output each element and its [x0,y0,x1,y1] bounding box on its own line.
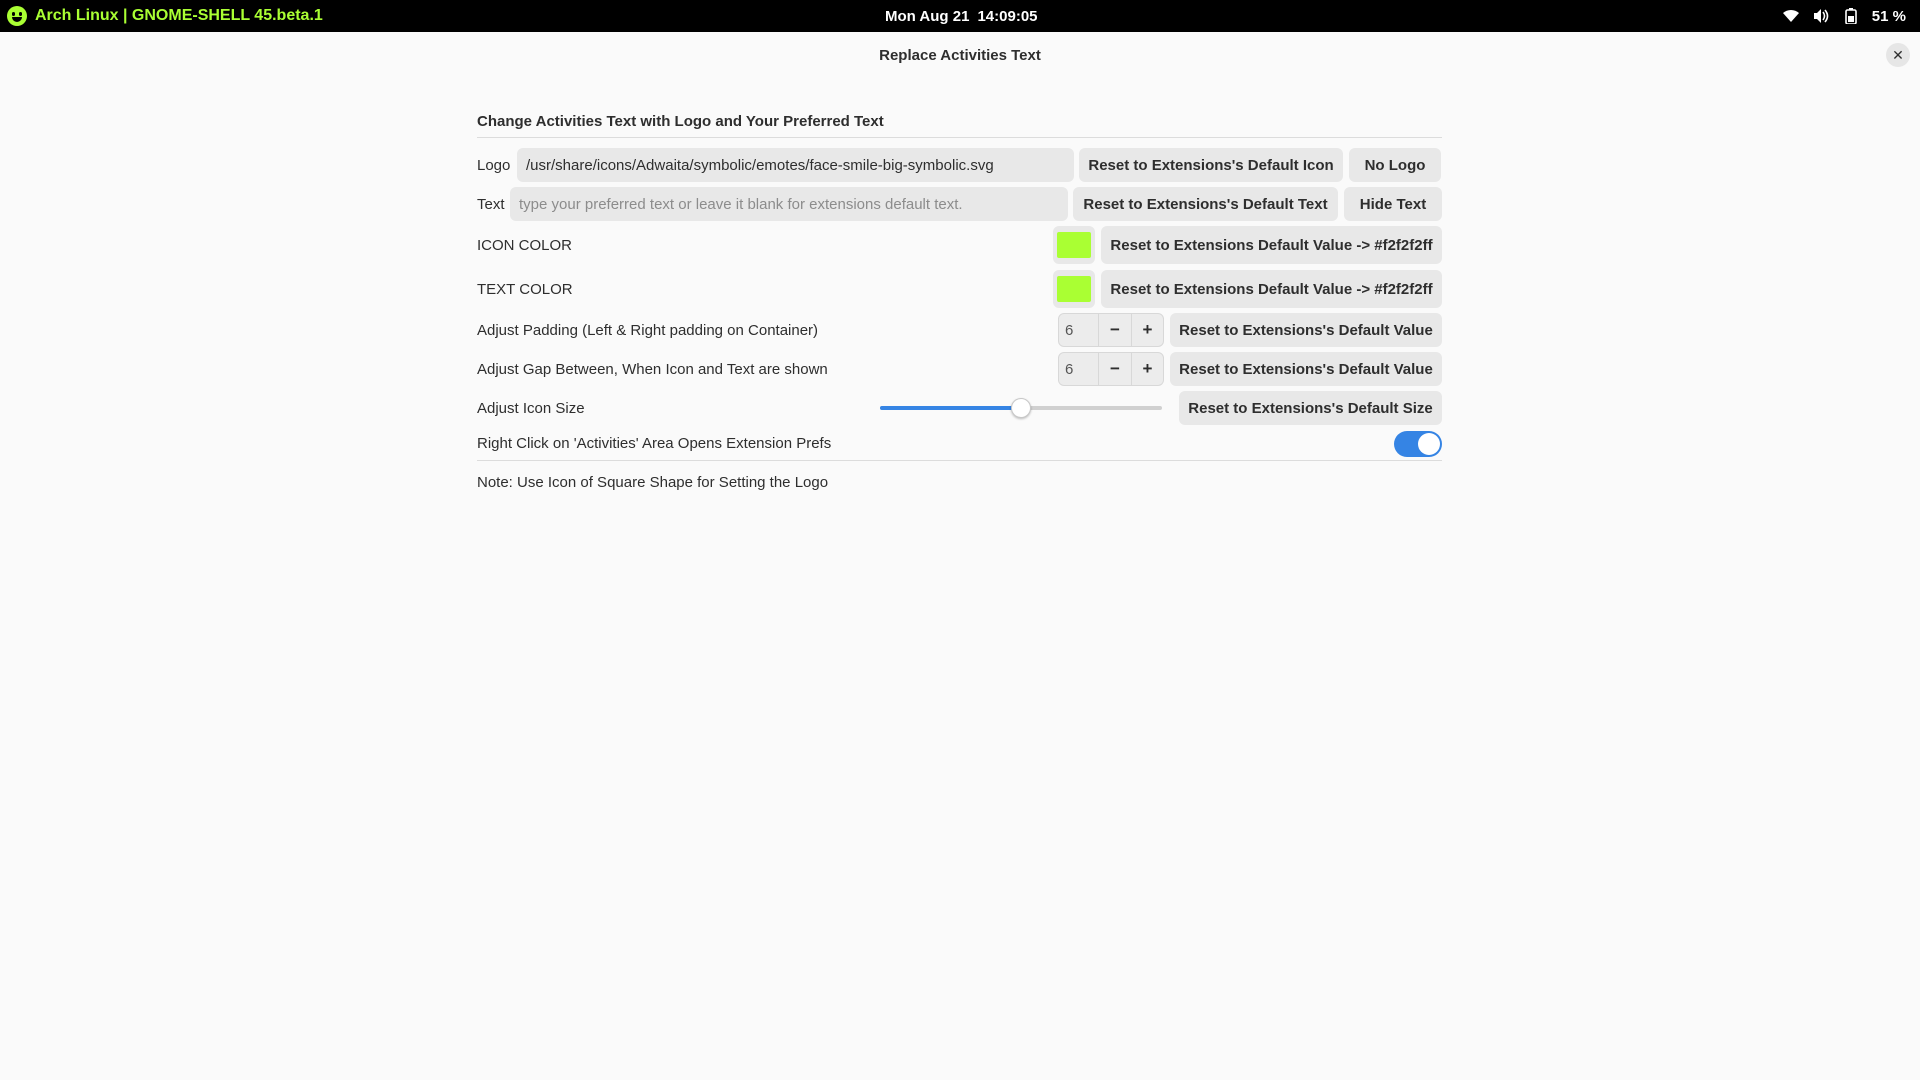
logo-row: Logo /usr/share/icons/Adwaita/symbolic/e… [477,148,1442,182]
gap-value[interactable]: 6 [1059,353,1099,385]
icon-color-label: ICON COLOR [477,236,573,254]
activities-button[interactable]: Arch Linux | GNOME-SHELL 45.beta.1 [0,6,323,26]
activities-label: Arch Linux | GNOME-SHELL 45.beta.1 [35,7,323,24]
wifi-icon [1782,7,1800,25]
reset-default-icon-button[interactable]: Reset to Extensions's Default Icon [1079,148,1343,182]
icon-color-row: ICON COLOR Reset to Extensions Default V… [477,225,1442,265]
reset-gap-button[interactable]: Reset to Extensions's Default Value [1170,352,1442,386]
padding-increment-button[interactable]: + [1131,314,1163,346]
icon-size-label: Adjust Icon Size [477,399,585,417]
top-panel: Arch Linux | GNOME-SHELL 45.beta.1 Mon A… [0,0,1920,32]
gap-decrement-button[interactable]: − [1099,353,1131,385]
face-smile-icon [7,6,27,26]
text-color-row: TEXT COLOR Reset to Extensions Default V… [477,269,1442,309]
text-color-swatch [1057,276,1091,302]
icon-size-row: Adjust Icon Size Reset to Extensions's D… [477,391,1442,425]
right-click-label: Right Click on 'Activities' Area Opens E… [477,435,832,452]
icon-color-picker[interactable] [1053,226,1095,264]
slider-fill [880,406,1021,410]
battery-percent: 51 % [1871,7,1906,25]
gap-spinbutton[interactable]: 6 − + [1058,352,1164,386]
gap-label: Adjust Gap Between, When Icon and Text a… [477,360,828,378]
text-row: Text type your preferred text or leave i… [477,187,1442,221]
right-click-row: Right Click on 'Activities' Area Opens E… [477,427,1442,461]
padding-row: Adjust Padding (Left & Right padding on … [477,313,1442,347]
text-color-label: TEXT COLOR [477,280,573,298]
volume-icon [1812,7,1830,25]
note-text: Note: Use Icon of Square Shape for Setti… [477,473,829,491]
note-row: Note: Use Icon of Square Shape for Setti… [477,465,1442,499]
gap-row: Adjust Gap Between, When Icon and Text a… [477,352,1442,386]
close-button[interactable]: ✕ [1886,43,1910,67]
reset-default-text-button[interactable]: Reset to Extensions's Default Text [1073,187,1338,221]
clock-time: 14:09:05 [977,7,1038,25]
close-icon: ✕ [1892,46,1904,63]
preferences-page: Change Activities Text with Logo and You… [477,78,1442,499]
logo-label: Logo [477,156,511,174]
slider-handle[interactable] [1011,398,1031,418]
icon-color-swatch [1057,232,1091,258]
logo-path-input[interactable]: /usr/share/icons/Adwaita/symbolic/emotes… [517,148,1074,182]
right-click-toggle[interactable] [1394,430,1442,457]
reset-icon-color-button[interactable]: Reset to Extensions Default Value -> #f2… [1101,226,1442,264]
window-title: Replace Activities Text [879,46,1041,64]
clock-date: Mon Aug 21 [885,7,970,25]
padding-spinbutton[interactable]: 6 − + [1058,313,1164,347]
gap-increment-button[interactable]: + [1131,353,1163,385]
battery-icon [1842,7,1860,25]
hide-text-button[interactable]: Hide Text [1344,187,1442,221]
padding-value[interactable]: 6 [1059,314,1099,346]
reset-icon-size-button[interactable]: Reset to Extensions's Default Size [1179,391,1442,425]
section-title: Change Activities Text with Logo and You… [477,108,1442,138]
window-header: Replace Activities Text ✕ [0,32,1920,78]
padding-decrement-button[interactable]: − [1099,314,1131,346]
text-label: Text [477,195,505,213]
text-color-picker[interactable] [1053,270,1095,308]
reset-text-color-button[interactable]: Reset to Extensions Default Value -> #f2… [1101,270,1442,308]
toggle-knob [1418,432,1440,455]
padding-label: Adjust Padding (Left & Right padding on … [477,321,819,339]
reset-padding-button[interactable]: Reset to Extensions's Default Value [1170,313,1442,347]
preferred-text-input[interactable]: type your preferred text or leave it bla… [510,187,1068,221]
no-logo-button[interactable]: No Logo [1349,148,1441,182]
icon-size-slider[interactable] [880,398,1162,418]
clock[interactable]: Mon Aug 21 14:09:05 [885,0,1038,32]
system-tray[interactable]: 51 % [1782,0,1906,32]
